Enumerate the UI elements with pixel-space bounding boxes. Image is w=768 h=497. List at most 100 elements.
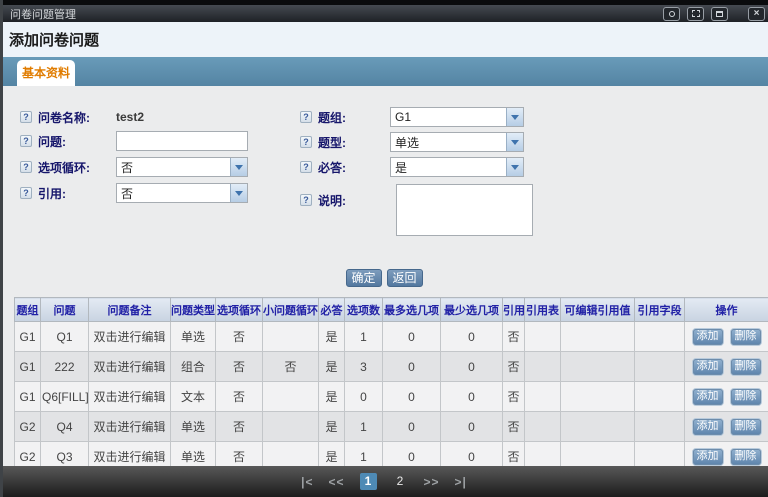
table-cell [561, 412, 635, 442]
window-controls: × [663, 7, 768, 21]
table-cell: 3 [345, 352, 383, 382]
delete-button[interactable]: 删除 [730, 418, 762, 436]
table-cell [263, 382, 319, 412]
table-cell [561, 382, 635, 412]
grid-header-row: 题组问题问题备注问题类型选项循环小问题循环必答选项数最多选几项最少选几项引用引用… [15, 298, 768, 322]
reference-label: 引用: [38, 185, 116, 202]
column-header: 引用表 [525, 298, 561, 322]
table-cell [263, 412, 319, 442]
required-label: 必答: [318, 159, 390, 176]
question-input[interactable] [116, 131, 248, 151]
maximize-button[interactable] [687, 7, 704, 21]
help-icon[interactable]: ? [300, 194, 312, 206]
actions-cell: 添加删除 [685, 412, 768, 442]
survey-name-label: 问卷名称: [38, 109, 116, 126]
required-value: 是 [391, 159, 506, 176]
next-page-button[interactable]: >> [424, 475, 440, 489]
confirm-button[interactable]: 确定 [346, 269, 382, 287]
form-panel: ? 问卷名称: test2 ? 问题: ? 选项循环: 否 ? 引用: 否 ? … [0, 86, 768, 297]
chevron-down-icon [506, 158, 523, 176]
help-icon[interactable]: ? [300, 111, 312, 123]
option-loop-label: 选项循环: [38, 159, 116, 176]
delete-button[interactable]: 删除 [730, 328, 762, 346]
add-button[interactable]: 添加 [692, 418, 724, 436]
description-label: 说明: [318, 192, 346, 209]
close-button[interactable]: × [748, 7, 765, 21]
add-button[interactable]: 添加 [692, 448, 724, 466]
table-cell: 0 [383, 412, 441, 442]
table-cell: 否 [216, 412, 263, 442]
option-loop-value: 否 [117, 159, 230, 176]
field-reference: ? 引用: 否 [20, 183, 248, 203]
restore-button[interactable] [663, 7, 680, 21]
table-cell: G2 [15, 412, 41, 442]
question-type-label: 题型: [318, 134, 390, 151]
table-cell: 是 [319, 382, 345, 412]
help-icon[interactable]: ? [20, 161, 32, 173]
table-cell: 否 [503, 412, 525, 442]
table-cell: 单选 [171, 412, 216, 442]
question-group-value: G1 [391, 110, 506, 124]
table-cell: 否 [216, 382, 263, 412]
question-group-select[interactable]: G1 [390, 107, 524, 127]
first-page-button[interactable]: |< [301, 475, 313, 489]
table-row[interactable]: G2Q4双击进行编辑单选否是100否添加删除 [15, 412, 768, 442]
add-button[interactable]: 添加 [692, 328, 724, 346]
table-cell: 否 [263, 352, 319, 382]
page-number-1[interactable]: 1 [360, 473, 377, 490]
table-cell [525, 412, 561, 442]
help-icon[interactable]: ? [300, 136, 312, 148]
column-header: 引用字段 [635, 298, 685, 322]
description-textarea[interactable] [396, 184, 533, 236]
column-header: 最少选几项 [441, 298, 503, 322]
table-cell: Q6[FILL] [41, 382, 89, 412]
column-header: 选项数 [345, 298, 383, 322]
table-cell: 0 [441, 412, 503, 442]
table-cell [263, 322, 319, 352]
help-icon[interactable]: ? [20, 135, 32, 147]
restore-icon [669, 11, 675, 17]
prev-page-button[interactable]: << [328, 475, 344, 489]
tab-bar: 基本资料 [0, 57, 768, 86]
back-button[interactable]: 返回 [387, 269, 423, 287]
column-header: 问题备注 [89, 298, 171, 322]
close-icon: × [754, 9, 760, 19]
help-icon[interactable]: ? [20, 111, 32, 123]
page-number-2[interactable]: 2 [392, 473, 409, 490]
tab-basic-info[interactable]: 基本资料 [17, 60, 75, 86]
table-cell: 否 [503, 382, 525, 412]
table-cell: 222 [41, 352, 89, 382]
help-icon[interactable]: ? [20, 187, 32, 199]
help-icon[interactable]: ? [300, 161, 312, 173]
actions-cell: 添加删除 [685, 352, 768, 382]
table-row[interactable]: G1Q1双击进行编辑单选否是100否添加删除 [15, 322, 768, 352]
page-title: 添加问卷问题 [0, 29, 99, 50]
table-cell [635, 412, 685, 442]
column-header: 小问题循环 [263, 298, 319, 322]
page-header: 添加问卷问题 [0, 22, 768, 57]
question-type-select[interactable]: 单选 [390, 132, 524, 152]
minimize-button[interactable] [711, 7, 728, 21]
table-cell: 双击进行编辑 [89, 412, 171, 442]
table-cell [525, 322, 561, 352]
table-row[interactable]: G1222双击进行编辑组合否否是300否添加删除 [15, 352, 768, 382]
add-button[interactable]: 添加 [692, 358, 724, 376]
table-cell: 双击进行编辑 [89, 352, 171, 382]
column-header: 引用 [503, 298, 525, 322]
option-loop-select[interactable]: 否 [116, 157, 248, 177]
add-button[interactable]: 添加 [692, 388, 724, 406]
table-cell: 0 [383, 352, 441, 382]
delete-button[interactable]: 删除 [730, 448, 762, 466]
reference-select[interactable]: 否 [116, 183, 248, 203]
table-cell [635, 352, 685, 382]
table-cell: 双击进行编辑 [89, 382, 171, 412]
required-select[interactable]: 是 [390, 157, 524, 177]
table-row[interactable]: G1Q6[FILL]双击进行编辑文本否是000否添加删除 [15, 382, 768, 412]
delete-button[interactable]: 删除 [730, 358, 762, 376]
table-cell: Q4 [41, 412, 89, 442]
table-cell: 0 [441, 322, 503, 352]
chevron-down-icon [230, 184, 247, 202]
last-page-button[interactable]: >| [455, 475, 467, 489]
table-cell: 0 [441, 352, 503, 382]
delete-button[interactable]: 删除 [730, 388, 762, 406]
